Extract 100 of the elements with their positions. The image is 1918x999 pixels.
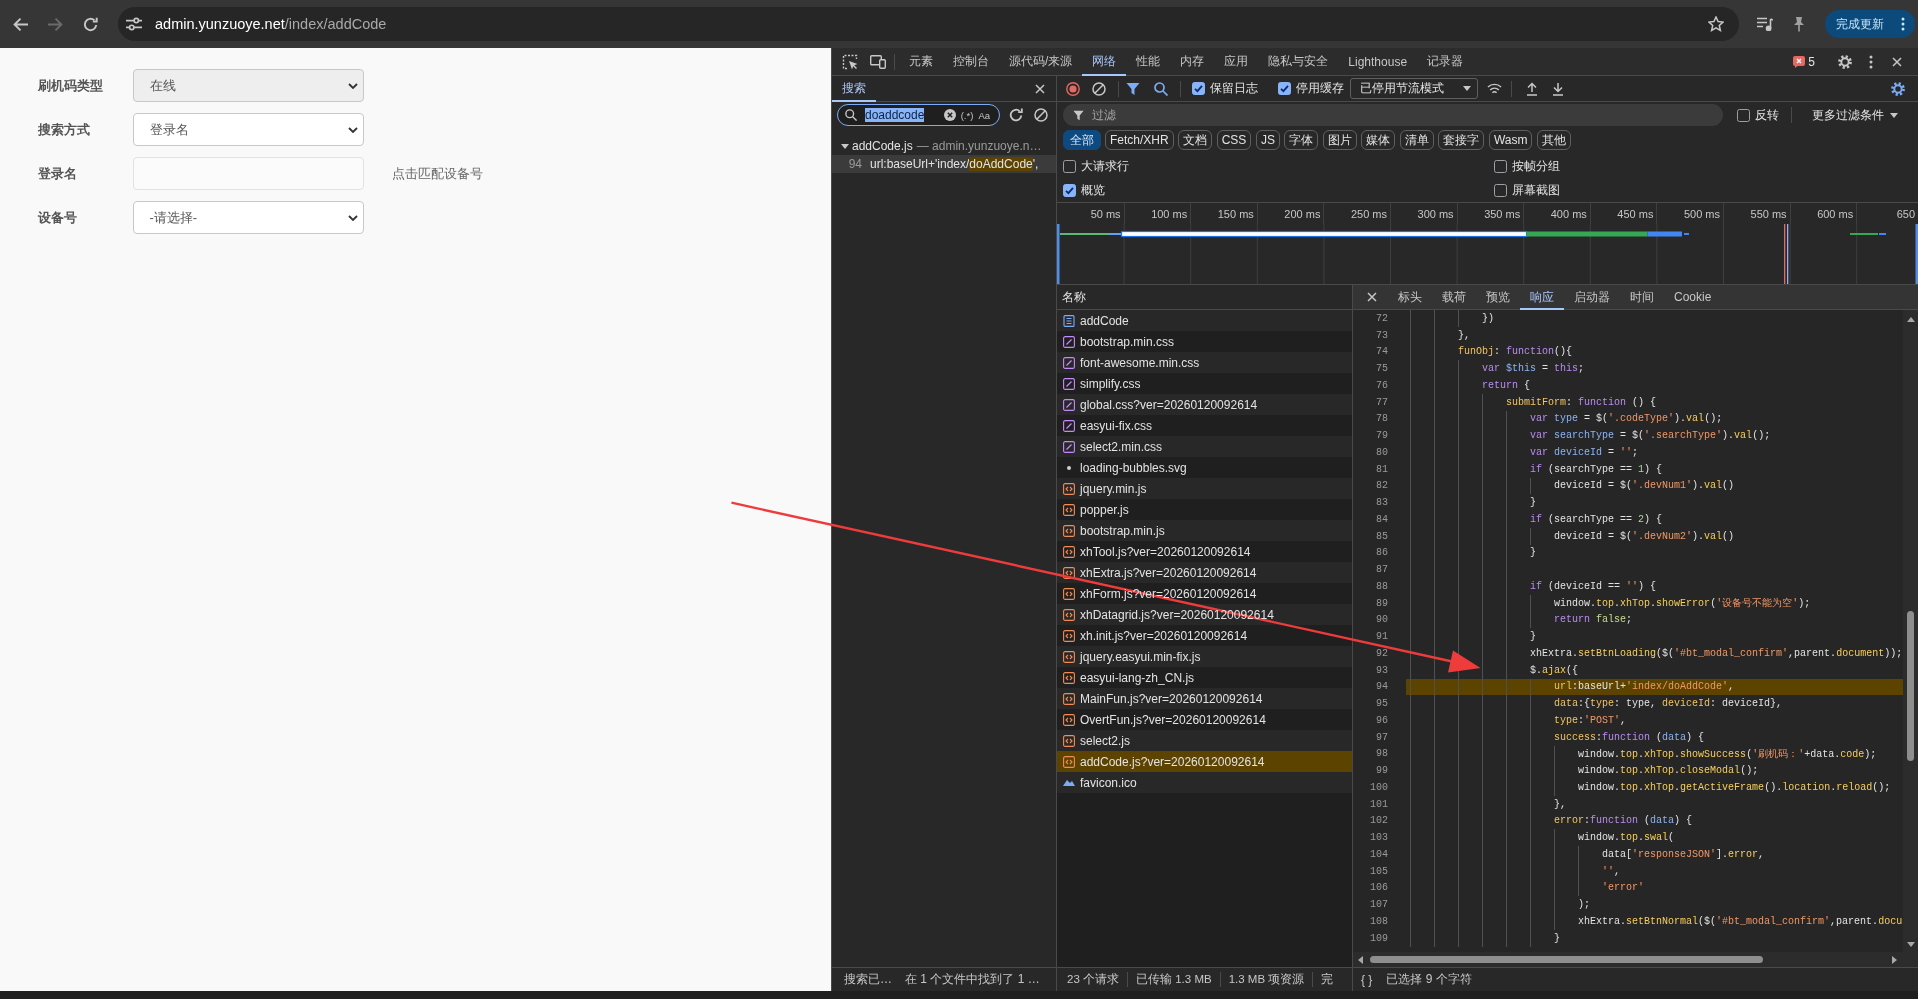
type-filter-button[interactable]: 套接字 (1438, 130, 1485, 150)
detail-tab[interactable]: 载荷 (1432, 284, 1476, 310)
checkbox[interactable] (1736, 108, 1750, 122)
inspect-icon[interactable] (842, 53, 858, 70)
playlist-icon[interactable] (1757, 17, 1773, 31)
back-icon[interactable] (13, 16, 28, 32)
search-field[interactable]: doaddcode (.*) Aa (837, 104, 1000, 126)
search-icon[interactable] (1154, 81, 1168, 96)
reload-icon[interactable] (83, 16, 98, 32)
star-icon[interactable] (1708, 16, 1724, 32)
panel-tab[interactable]: 元素 (899, 47, 943, 76)
device-icon[interactable] (870, 54, 886, 69)
type-filter-button[interactable]: JS (1255, 130, 1280, 150)
request-row[interactable]: loading-bubbles.svg (1057, 457, 1352, 478)
request-row[interactable]: xhExtra.js?ver=20260120092614 (1057, 562, 1352, 583)
more-icon[interactable] (1869, 54, 1873, 69)
type-filter-button[interactable]: 字体 (1284, 130, 1319, 150)
checkbox[interactable] (1062, 183, 1076, 197)
type-filter-button[interactable]: Wasm (1488, 130, 1533, 150)
wifi-icon[interactable] (1487, 82, 1502, 95)
panel-tab[interactable]: 网络 (1082, 47, 1127, 76)
issue-icon[interactable] (1793, 55, 1806, 68)
column-header[interactable]: 名称 (1062, 288, 1086, 306)
request-row[interactable]: bootstrap.min.css (1057, 331, 1352, 352)
select-field[interactable]: -请选择- (132, 201, 364, 234)
type-filter-button[interactable]: 全部 (1062, 130, 1101, 150)
filter-field[interactable]: 过滤 (1062, 104, 1723, 126)
block-icon[interactable] (1092, 81, 1106, 96)
detail-tab[interactable]: Cookie (1664, 284, 1722, 310)
issue-count[interactable]: 5 (1808, 54, 1815, 69)
block-icon[interactable] (1034, 108, 1048, 122)
request-row[interactable]: OvertFun.js?ver=20260120092614 (1057, 709, 1352, 730)
scroll-right-icon[interactable] (1891, 955, 1897, 964)
regex-toggle[interactable]: (.*) (960, 109, 974, 121)
checkbox[interactable] (1192, 82, 1205, 95)
request-row[interactable]: global.css?ver=20260120092614 (1057, 394, 1352, 415)
scroll-up-icon[interactable] (1906, 316, 1915, 322)
type-filter-button[interactable]: 文档 (1178, 130, 1213, 150)
panel-tab[interactable]: 内存 (1170, 47, 1215, 76)
panel-tab[interactable]: Lighthouse (1338, 47, 1418, 76)
select-field[interactable]: 登录名 (132, 113, 364, 146)
panel-tab[interactable]: 控制台 (943, 47, 999, 76)
scrollbar-thumb[interactable] (1370, 956, 1763, 963)
panel-tab[interactable]: 应用 (1214, 47, 1259, 76)
throttling-select[interactable]: 已停用节流模式 (1350, 78, 1478, 99)
checkbox-label[interactable]: 概览 (1080, 181, 1105, 199)
checkbox-label[interactable]: 屏幕截图 (1511, 181, 1560, 199)
request-row[interactable]: jquery.easyui.min-fix.js (1057, 646, 1352, 667)
scrollbar-thumb[interactable] (1907, 611, 1914, 761)
checkbox-label[interactable]: 反转 (1754, 106, 1779, 124)
vertical-scrollbar[interactable] (1903, 310, 1918, 952)
search-tab[interactable]: 搜索 (832, 75, 876, 102)
request-row[interactable]: favicon.ico (1057, 772, 1352, 793)
record-icon[interactable] (1066, 81, 1080, 96)
request-row[interactable]: font-awesome.min.css (1057, 352, 1352, 373)
request-row[interactable]: easyui-lang-zh_CN.js (1057, 667, 1352, 688)
request-row[interactable]: popper.js (1057, 499, 1352, 520)
close-icon[interactable] (1367, 292, 1377, 302)
address-bar[interactable]: admin.yunzuoye.net/index/addCode (118, 7, 1739, 41)
clear-icon[interactable] (943, 109, 956, 121)
tune-icon[interactable] (126, 17, 142, 31)
search-result-row[interactable]: 94 url:baseUrl+'index/doAddCode', (832, 155, 1056, 173)
file-name[interactable]: addCode.js (852, 139, 913, 153)
settings-icon[interactable] (1891, 81, 1905, 96)
detail-tab[interactable]: 响应 (1520, 284, 1564, 310)
checkbox-label[interactable]: 大请求行 (1080, 157, 1129, 175)
request-row[interactable]: select2.js (1057, 730, 1352, 751)
request-row[interactable]: simplify.css (1057, 373, 1352, 394)
checkbox-label[interactable]: 按帧分组 (1511, 157, 1560, 175)
panel-tab[interactable]: 隐私与安全 (1258, 47, 1339, 76)
request-row[interactable]: jquery.min.js (1057, 478, 1352, 499)
upload-icon[interactable] (1526, 81, 1538, 96)
panel-tab[interactable]: 性能 (1126, 47, 1171, 76)
request-row[interactable]: bootstrap.min.js (1057, 520, 1352, 541)
checkbox[interactable] (1493, 159, 1507, 173)
type-filter-button[interactable]: CSS (1216, 130, 1252, 150)
action-link[interactable]: 点击匹配设备号 (391, 164, 483, 183)
caret-icon[interactable] (841, 143, 849, 149)
filter-icon[interactable] (1126, 81, 1140, 96)
refresh-icon[interactable] (1009, 108, 1023, 122)
more-filters-button[interactable]: 更多过滤条件 (1811, 106, 1898, 124)
checkbox[interactable] (1278, 82, 1291, 95)
more-icon[interactable] (1901, 17, 1905, 31)
settings-icon[interactable] (1838, 54, 1852, 69)
scroll-down-icon[interactable] (1906, 941, 1915, 947)
case-toggle[interactable]: Aa (978, 109, 990, 121)
input-field[interactable] (132, 157, 364, 190)
detail-tab[interactable]: 标头 (1388, 284, 1432, 310)
scroll-left-icon[interactable] (1357, 955, 1363, 964)
format-toggle[interactable]: { } (1361, 972, 1373, 987)
type-filter-button[interactable]: 图片 (1322, 130, 1357, 150)
request-row[interactable]: xhTool.js?ver=20260120092614 (1057, 541, 1352, 562)
type-filter-button[interactable]: 其他 (1536, 130, 1571, 150)
panel-tab[interactable]: 源代码/来源 (999, 47, 1083, 76)
type-filter-button[interactable]: Fetch/XHR (1105, 130, 1174, 150)
checkbox[interactable] (1062, 159, 1076, 173)
detail-tab[interactable]: 时间 (1620, 284, 1664, 310)
detail-tab[interactable]: 预览 (1476, 284, 1520, 310)
close-icon[interactable] (1035, 83, 1045, 94)
panel-tab[interactable]: 记录器 (1417, 47, 1474, 76)
